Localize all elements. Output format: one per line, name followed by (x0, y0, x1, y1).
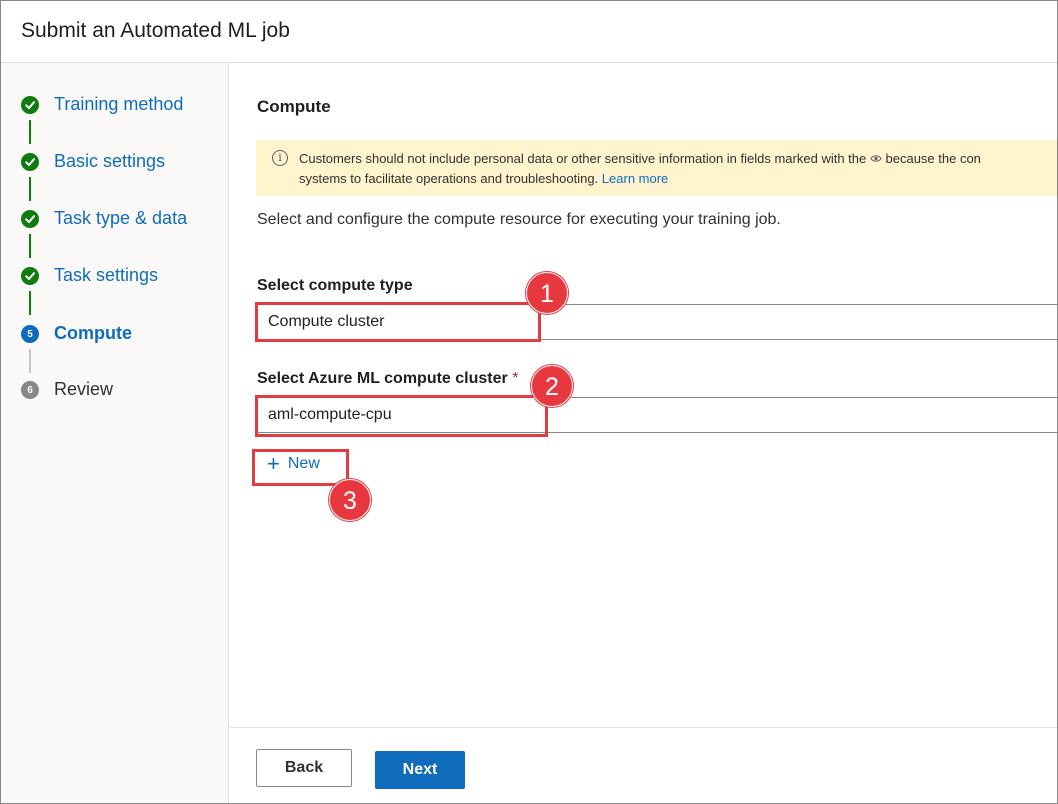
step-label: Training method (54, 94, 184, 114)
step-basic-settings[interactable]: Basic settings (1, 147, 229, 177)
step-compute[interactable]: 5 Compute (1, 319, 229, 349)
check-icon (21, 153, 39, 171)
info-text-tail: because the con (885, 151, 981, 166)
back-button[interactable]: Back (256, 749, 352, 787)
check-icon (21, 96, 39, 114)
step-number-badge: 6 (21, 381, 39, 399)
learn-more-link[interactable]: Learn more (602, 171, 668, 186)
callout-highlight-new-button (252, 449, 349, 486)
compute-cluster-label: Select Azure ML compute cluster * (257, 370, 518, 388)
section-title: Compute (257, 97, 331, 116)
info-text: Customers should not include personal da… (299, 151, 867, 166)
dialog-header: Submit an Automated ML job (1, 1, 1057, 63)
automl-dialog: Submit an Automated ML job Training meth… (0, 0, 1058, 804)
check-icon (21, 210, 39, 228)
step-label: Task settings (54, 265, 159, 285)
step-label: Review (54, 379, 114, 399)
step-connector (29, 349, 31, 373)
step-label: Basic settings (54, 151, 166, 171)
step-task-type-data[interactable]: Task type & data (1, 204, 229, 234)
required-asterisk: * (512, 370, 519, 387)
check-icon (21, 267, 39, 285)
step-label: Compute (54, 323, 132, 343)
step-connector (29, 120, 31, 144)
dialog-footer: Back Next (230, 727, 1057, 803)
callout-highlight-compute-cluster (255, 395, 548, 437)
wizard-steps: Training method Basic settings Task type… (1, 63, 229, 803)
step-label: Task type & data (54, 208, 188, 228)
compute-type-label: Select compute type (257, 277, 413, 294)
dialog-title: Submit an Automated ML job (21, 19, 290, 42)
step-connector (29, 234, 31, 258)
step-number-badge: 5 (21, 325, 39, 343)
step-connector (29, 291, 31, 315)
eye-icon (870, 154, 882, 166)
compute-description: Select and configure the compute resourc… (257, 211, 781, 228)
step-review[interactable]: 6 Review (1, 375, 229, 405)
step-connector (29, 177, 31, 201)
callout-badge-1: 1 (526, 272, 568, 314)
info-icon: i (272, 150, 288, 166)
info-message-bar: i Customers should not include personal … (256, 140, 1057, 196)
step-task-settings[interactable]: Task settings (1, 261, 229, 291)
info-line-1: Customers should not include personal da… (299, 151, 981, 166)
callout-badge-3: 3 (329, 479, 371, 521)
step-training-method[interactable]: Training method (1, 90, 229, 120)
next-button[interactable]: Next (375, 751, 465, 789)
info-text: systems to facilitate operations and tro… (299, 171, 599, 186)
compute-cluster-label-text: Select Azure ML compute cluster (257, 370, 508, 387)
callout-highlight-compute-type (255, 302, 541, 342)
callout-badge-2: 2 (531, 365, 573, 407)
info-line-2: systems to facilitate operations and tro… (299, 171, 668, 186)
